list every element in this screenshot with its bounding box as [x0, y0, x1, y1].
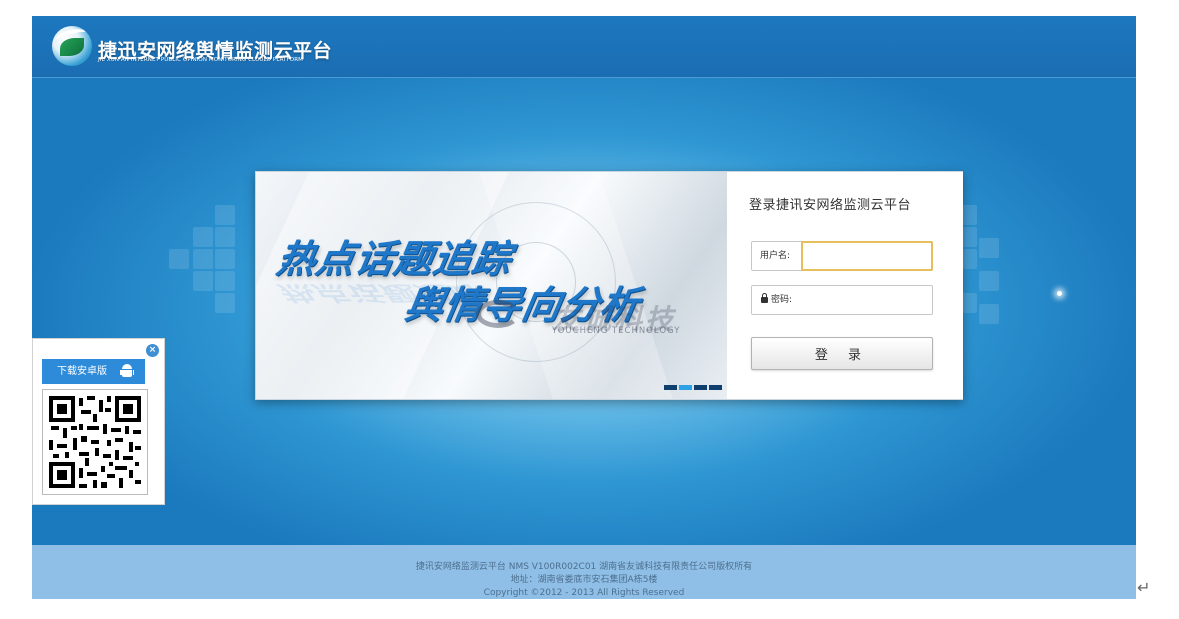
decor-tile	[215, 205, 235, 225]
slide-dot-active[interactable]	[679, 385, 692, 390]
decor-tile	[215, 227, 235, 247]
decor-tile	[215, 271, 235, 291]
qr-code-image	[42, 389, 148, 495]
footer-copyright: Copyright ©2012 - 2013 All Rights Reserv…	[483, 588, 685, 598]
slide-indicators	[664, 385, 722, 390]
decor-tile	[979, 238, 999, 258]
watermark-subtitle: YOUCHENG TECHNOLOGY	[552, 326, 681, 336]
decor-tile	[215, 249, 235, 269]
login-form: 登录捷讯安网络监测云平台 用户名: 密码: 登 录	[727, 172, 963, 399]
password-field: 密码:	[751, 285, 933, 315]
slide-dot[interactable]	[664, 385, 677, 390]
footer: 捷讯安网络监测云平台 NMS V100R002C01 湖南省友诚科技有限责任公司…	[32, 545, 1136, 599]
download-android-label: 下载安卓版	[57, 366, 107, 377]
slide-dot[interactable]	[709, 385, 722, 390]
decor-tile	[193, 227, 213, 247]
lock-icon	[760, 293, 769, 303]
username-field: 用户名:	[751, 241, 933, 271]
login-page: 捷迅安网络舆情监测云平台 JIE XUN AN INTERNET PUBLIC …	[32, 16, 1136, 599]
brand-subtitle: JIE XUN AN INTERNET PUBLIC OPINION MONIT…	[98, 57, 303, 63]
footer-address: 地址：湖南省娄底市安石集团A栋5楼	[510, 575, 658, 585]
return-arrow-icon: ↵	[1137, 578, 1151, 597]
logo-icon	[52, 26, 92, 66]
slide-dot[interactable]	[694, 385, 707, 390]
login-button[interactable]: 登 录	[751, 337, 933, 370]
decor-tile	[193, 271, 213, 291]
close-icon[interactable]: ×	[146, 344, 159, 357]
footer-copyright-line: 捷讯安网络监测云平台 NMS V100R002C01 湖南省友诚科技有限责任公司…	[415, 562, 753, 572]
header-bar: 捷迅安网络舆情监测云平台 JIE XUN AN INTERNET PUBLIC …	[32, 16, 1136, 78]
android-icon	[120, 364, 134, 379]
download-android-button[interactable]: 下载安卓版	[42, 359, 145, 384]
decor-tile	[979, 271, 999, 291]
qr-code-graphic	[49, 396, 141, 488]
login-title: 登录捷讯安网络监测云平台	[749, 198, 912, 213]
password-input[interactable]	[798, 286, 930, 314]
decor-tile	[193, 249, 213, 269]
login-panel: 热点话题追踪 热点话题追踪 舆情导向分析 友诚科技 YOUCHENG TECHN…	[255, 171, 963, 400]
password-label: 密码:	[771, 295, 793, 305]
username-input[interactable]	[801, 241, 933, 271]
decor-tile	[979, 304, 999, 324]
password-label-wrap: 密码:	[752, 286, 792, 314]
watermark-logo-icon	[476, 300, 520, 328]
glow-star	[1057, 291, 1062, 296]
decor-tile	[169, 249, 189, 269]
username-label: 用户名:	[760, 251, 791, 261]
slogan-banner: 热点话题追踪 热点话题追踪 舆情导向分析 友诚科技 YOUCHENG TECHN…	[256, 172, 727, 399]
download-qr-panel: × 下载安卓版	[32, 338, 165, 505]
decor-tile	[215, 293, 235, 313]
